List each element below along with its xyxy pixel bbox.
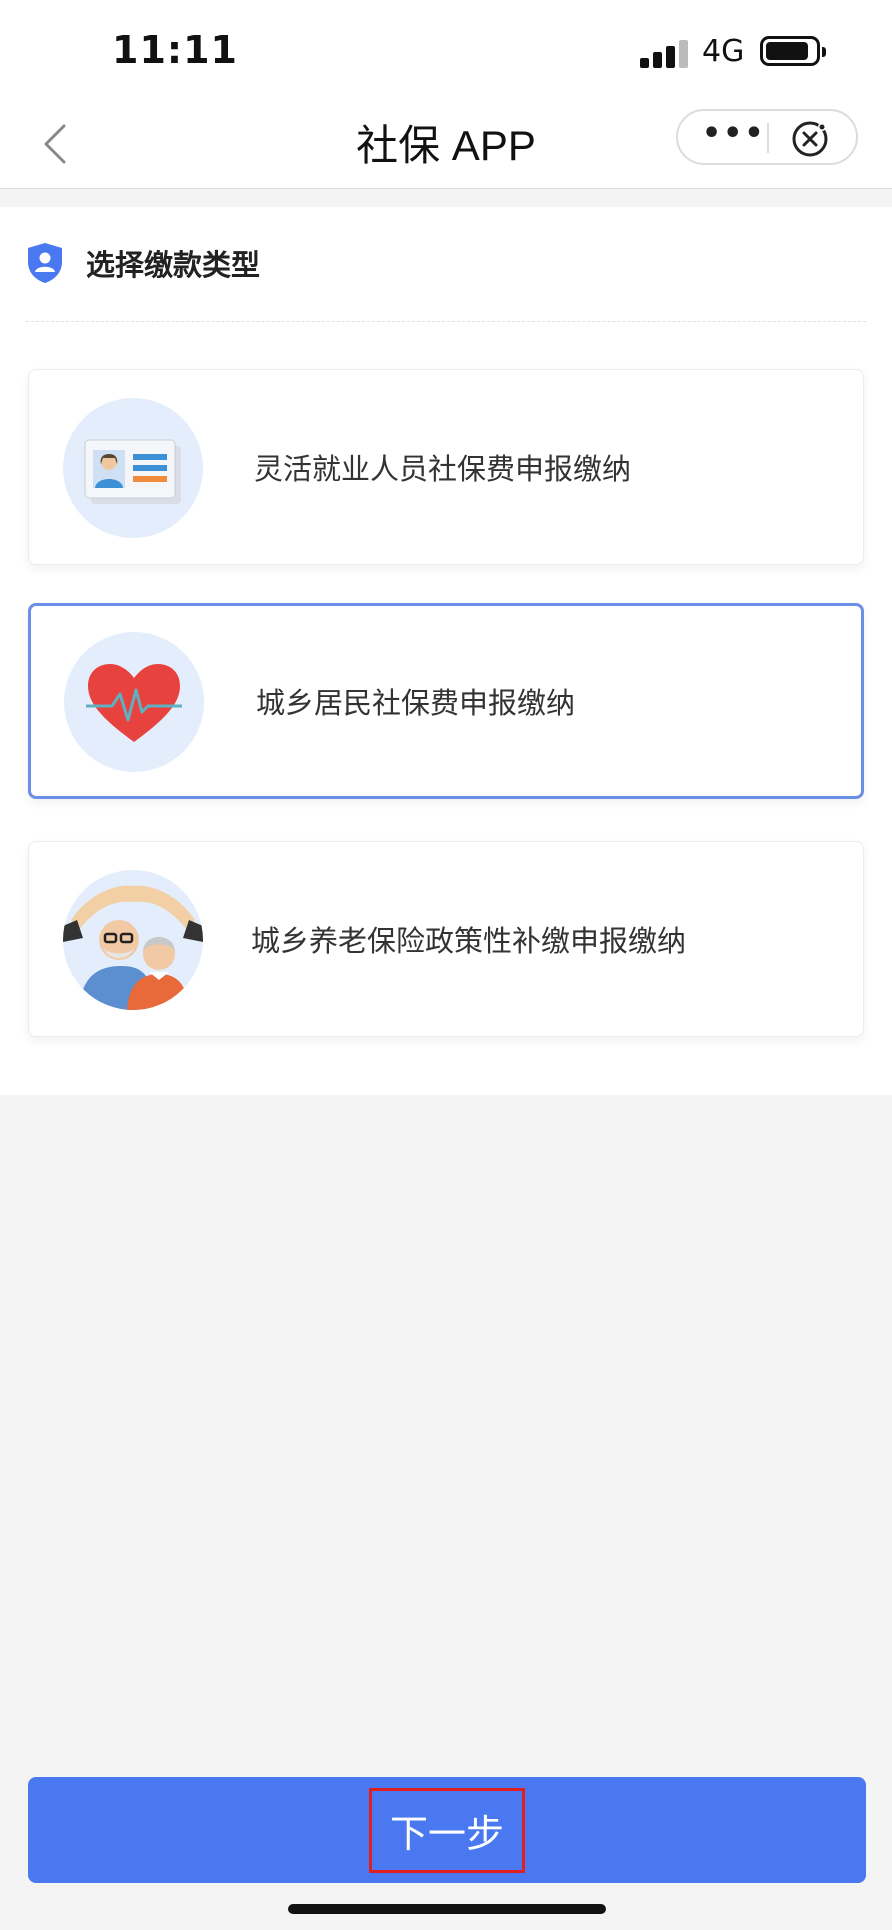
payment-type-panel: 选择缴款类型 灵活就业人员社保费申报缴纳 城乡居民社保费申报缴纳 城乡养老保险政… bbox=[0, 207, 892, 1095]
signal-icon bbox=[640, 38, 690, 68]
nav-bar: 社保 APP ••• bbox=[0, 100, 892, 189]
capsule-divider bbox=[767, 123, 769, 153]
home-indicator[interactable] bbox=[288, 1904, 606, 1914]
option-label: 城乡养老保险政策性补缴申报缴纳 bbox=[251, 924, 687, 958]
mini-program-capsule: ••• bbox=[676, 109, 858, 165]
close-circle-icon[interactable] bbox=[790, 119, 830, 159]
option-label: 灵活就业人员社保费申报缴纳 bbox=[254, 452, 632, 486]
id-card-icon bbox=[63, 398, 203, 538]
status-bar: 11:11 4G bbox=[0, 0, 892, 100]
more-icon[interactable]: ••• bbox=[702, 119, 764, 149]
next-step-label: 下一步 bbox=[368, 1787, 525, 1873]
network-type: 4G bbox=[702, 34, 745, 69]
elderly-couple-icon bbox=[63, 870, 203, 1010]
battery-icon bbox=[760, 36, 826, 66]
section-divider bbox=[26, 321, 866, 322]
option-card-urban-rural-resident[interactable]: 城乡居民社保费申报缴纳 bbox=[28, 603, 864, 799]
next-step-button[interactable]: 下一步 bbox=[28, 1777, 866, 1883]
heart-pulse-icon bbox=[64, 632, 204, 772]
status-time: 11:11 bbox=[112, 28, 238, 72]
section-title: 选择缴款类型 bbox=[86, 248, 261, 282]
shield-user-icon bbox=[28, 243, 62, 283]
option-card-flexible-employment[interactable]: 灵活就业人员社保费申报缴纳 bbox=[28, 369, 864, 565]
option-card-pension-back-pay[interactable]: 城乡养老保险政策性补缴申报缴纳 bbox=[28, 841, 864, 1037]
option-label: 城乡居民社保费申报缴纳 bbox=[256, 686, 576, 720]
